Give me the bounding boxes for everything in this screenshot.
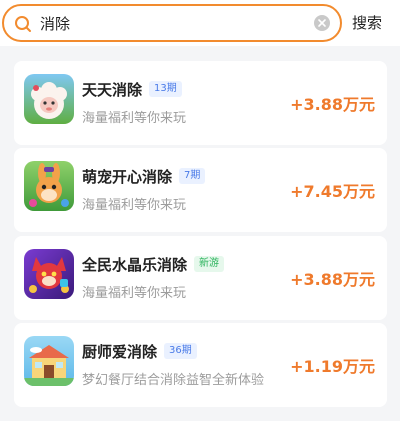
- game-description: 梦幻餐厅结合消除益智全新体验: [82, 373, 265, 388]
- game-name: 天天消除: [82, 80, 143, 99]
- game-reward: +3.88万元: [290, 95, 375, 114]
- game-card-1[interactable]: 天天消除 13期 海量福利等你来玩 +3.88万元: [14, 61, 387, 145]
- search-button[interactable]: 搜索: [352, 12, 382, 33]
- game-reward: +1.19万元: [290, 357, 375, 376]
- period-badge: 36期: [164, 343, 197, 359]
- game-card-2[interactable]: 萌宠开心消除 7期 海量福利等你来玩 +7.45万元: [14, 148, 387, 232]
- search-bar: 搜索: [0, 0, 400, 46]
- game-description: 海量福利等你来玩: [82, 111, 187, 126]
- game-name: 厨师爱消除: [82, 342, 158, 361]
- game-name: 全民水晶乐消除: [82, 255, 188, 274]
- sheep-game-icon: [24, 74, 74, 124]
- game-name: 萌宠开心消除: [82, 167, 173, 186]
- restaurant-game-icon: [24, 336, 74, 386]
- search-input[interactable]: [40, 10, 302, 36]
- game-title-row: 天天消除 13期: [82, 79, 182, 99]
- game-reward: +7.45万元: [290, 182, 375, 201]
- game-title-row: 厨师爱消除 36期: [82, 341, 197, 361]
- game-card-3[interactable]: 全民水晶乐消除 新游 海量福利等你来玩 +3.88万元: [14, 236, 387, 320]
- period-badge: 7期: [179, 168, 206, 184]
- game-description: 海量福利等你来玩: [82, 198, 187, 213]
- game-description: 海量福利等你来玩: [82, 286, 187, 301]
- fox-game-icon: [24, 249, 74, 299]
- rabbit-game-icon: [24, 161, 74, 211]
- new-game-badge: 新游: [194, 256, 225, 272]
- game-title-row: 全民水晶乐消除 新游: [82, 254, 225, 274]
- period-badge: 13期: [149, 81, 182, 97]
- game-title-row: 萌宠开心消除 7期: [82, 166, 206, 186]
- game-reward: +3.88万元: [290, 270, 375, 289]
- search-box[interactable]: [2, 4, 342, 42]
- clear-icon[interactable]: [314, 15, 330, 31]
- search-icon: [15, 16, 31, 32]
- game-card-4[interactable]: 厨师爱消除 36期 梦幻餐厅结合消除益智全新体验 +1.19万元: [14, 323, 387, 407]
